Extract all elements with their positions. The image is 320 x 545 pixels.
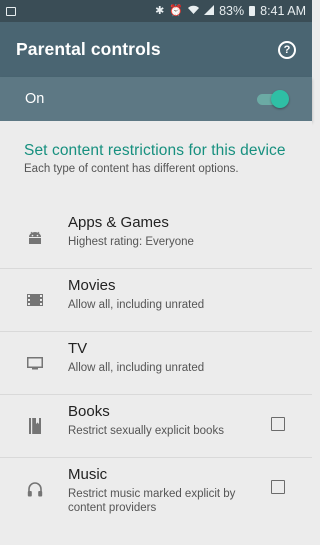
- list-item-tv[interactable]: TV Allow all, including unrated: [0, 332, 312, 395]
- help-glyph: ?: [283, 43, 291, 56]
- music-restrict-checkbox[interactable]: [271, 480, 285, 494]
- status-bar: ✱ ⏰ 83% 8:41 AM: [0, 0, 312, 22]
- list-item-movies[interactable]: Movies Allow all, including unrated: [0, 269, 312, 332]
- section-subtitle: Each type of content has different optio…: [24, 163, 239, 175]
- app-bar: Parental controls ?: [0, 22, 312, 77]
- list-item-subtitle: Allow all, including unrated: [68, 362, 205, 374]
- bluetooth-icon: ✱: [155, 4, 165, 17]
- list-item-title: TV: [68, 340, 88, 357]
- master-switch-label: On: [25, 91, 45, 107]
- list-item-subtitle: Allow all, including unrated: [68, 299, 205, 311]
- master-switch-bar[interactable]: On: [0, 77, 312, 121]
- help-icon[interactable]: ?: [278, 40, 296, 59]
- screenshot-notification-icon: [6, 6, 16, 16]
- list-item-subtitle: Restrict music marked explicit by conten…: [68, 488, 236, 514]
- book-icon: [26, 417, 44, 435]
- list-item-subtitle: Restrict sexually explicit books: [68, 425, 224, 437]
- status-time: 8:41 AM: [260, 4, 306, 18]
- status-icons: ✱ ⏰ 83% 8:41 AM: [155, 4, 306, 18]
- master-toggle[interactable]: [257, 90, 289, 108]
- headphones-icon: [26, 480, 44, 498]
- list-item-subtitle: Highest rating: Everyone: [68, 236, 194, 248]
- battery-icon: [249, 6, 256, 16]
- film-icon: [26, 291, 44, 309]
- section-header: Set content restrictions for this device…: [0, 121, 312, 206]
- list-item-title: Apps & Games: [68, 214, 169, 231]
- section-title: Set content restrictions for this device: [24, 142, 286, 159]
- content-area: Set content restrictions for this device…: [0, 121, 312, 545]
- signal-icon: [204, 4, 215, 18]
- list-item-music[interactable]: Music Restrict music marked explicit by …: [0, 458, 312, 532]
- battery-percent: 83%: [219, 4, 245, 18]
- toggle-thumb: [271, 90, 289, 108]
- list-item-apps-games[interactable]: Apps & Games Highest rating: Everyone: [0, 206, 312, 269]
- list-item-title: Movies: [68, 277, 116, 294]
- list-item-title: Music: [68, 466, 108, 483]
- wifi-icon: [188, 5, 200, 18]
- android-icon: [26, 228, 44, 246]
- list-item-title: Books: [68, 403, 110, 420]
- alarm-icon: ⏰: [169, 4, 184, 17]
- books-restrict-checkbox[interactable]: [271, 417, 285, 431]
- tv-icon: [26, 354, 44, 372]
- list-item-books[interactable]: Books Restrict sexually explicit books: [0, 395, 312, 458]
- page-title: Parental controls: [16, 39, 161, 59]
